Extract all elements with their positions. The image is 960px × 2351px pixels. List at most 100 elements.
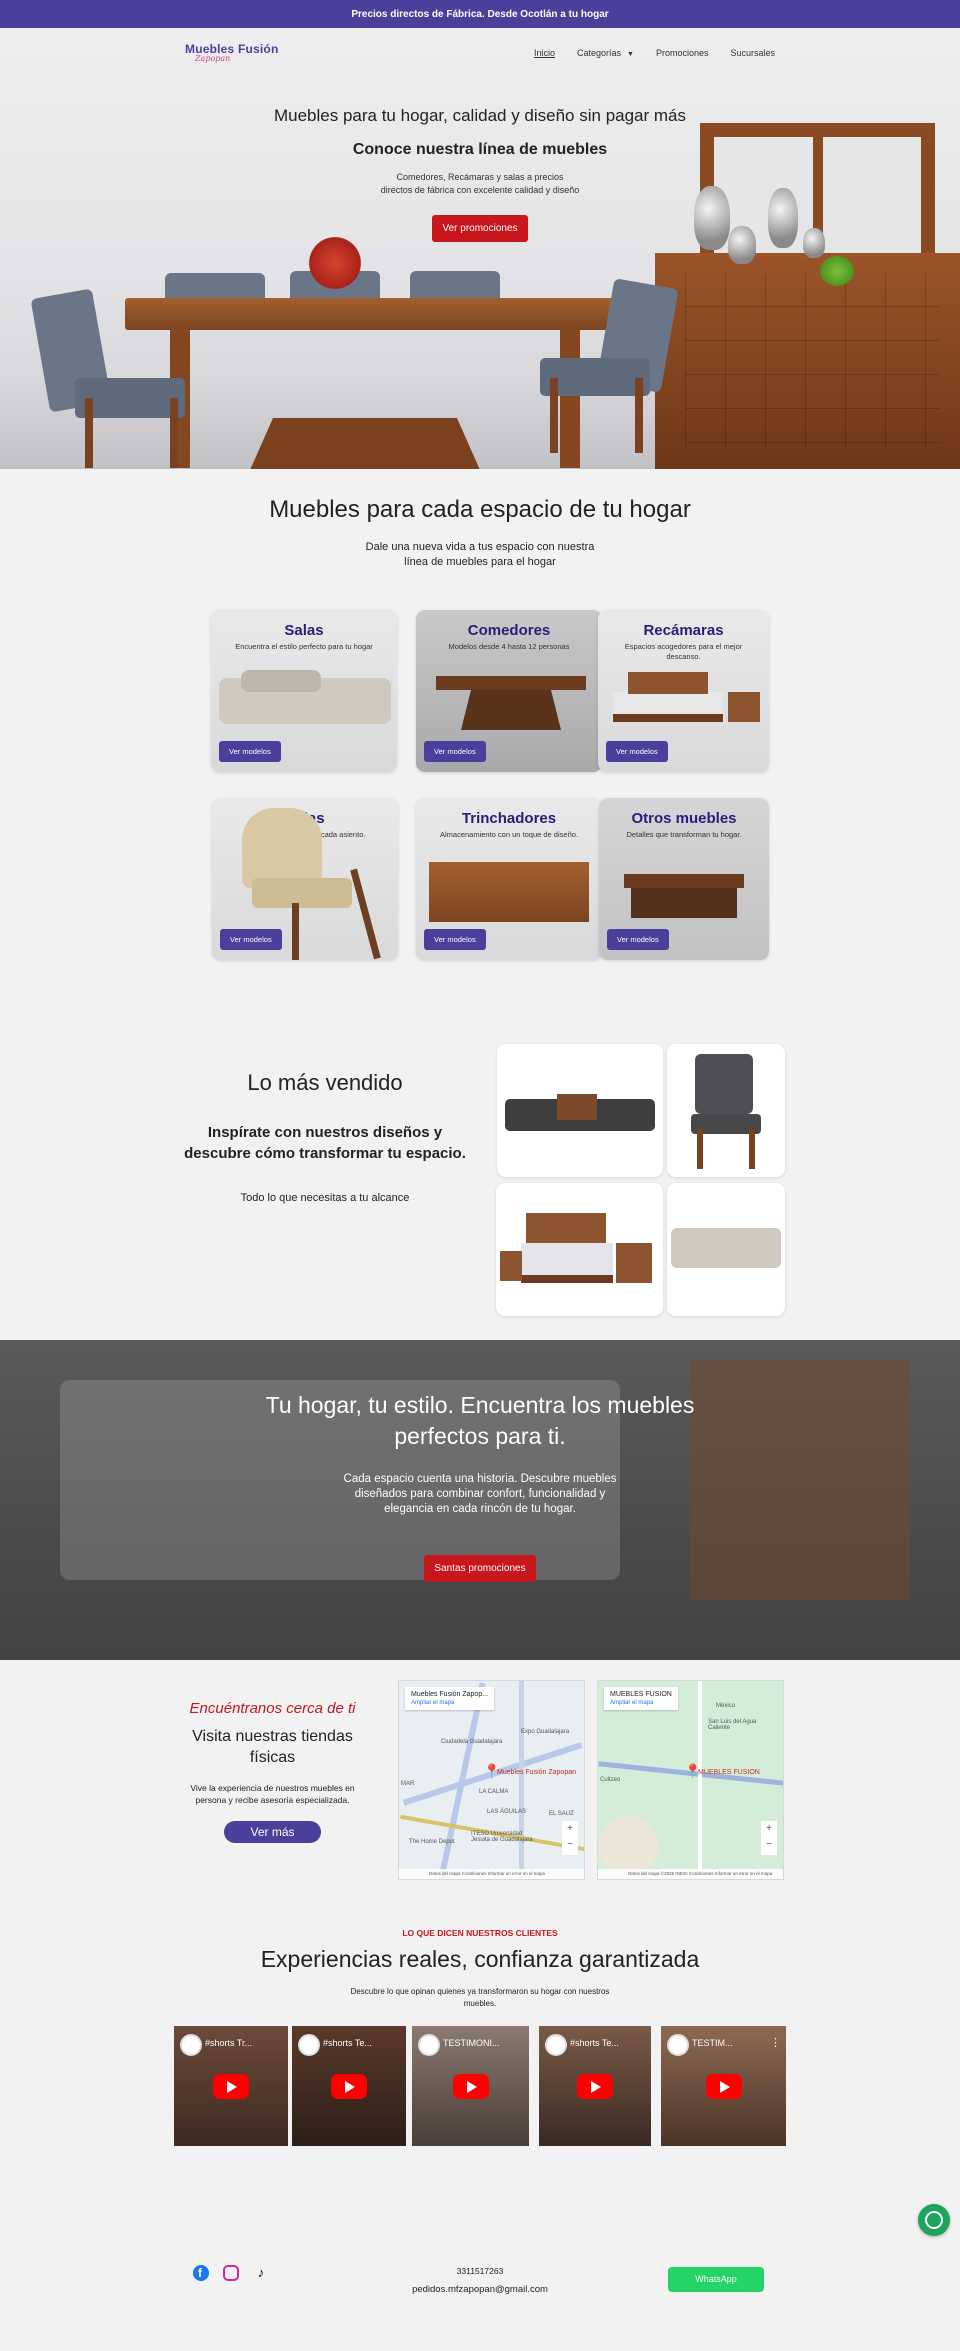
hero-table-base (250, 418, 480, 469)
video-title: TESTIMONI... (443, 2038, 500, 2048)
zoom-controls[interactable]: + − (761, 1821, 777, 1855)
whatsapp-float-icon[interactable] (918, 2204, 950, 2236)
video-title: #shorts Te... (570, 2038, 619, 2048)
main-nav: Muebles Fusión Zapopan Inicio Categorías… (185, 36, 775, 70)
ver-modelos-button[interactable]: Ver modelos (424, 741, 486, 762)
email-address[interactable]: pedidos.mfzapopan@gmail.com (0, 2284, 960, 2295)
category-card-trinchadores[interactable]: Trinchadores Almacenamiento con un toque… (416, 798, 602, 960)
logo[interactable]: Muebles Fusión Zapopan (185, 43, 278, 63)
promo-text: Precios directos de Fábrica. Desde Ocotl… (351, 8, 609, 20)
hero-headline: Muebles para tu hogar, calidad y diseño … (273, 106, 687, 125)
more-options-icon[interactable]: ⋮ (770, 2036, 781, 2049)
channel-avatar (667, 2034, 689, 2056)
map-place: The Home Depot (409, 1839, 455, 1845)
map-place: MAR (401, 1781, 415, 1787)
chair-leg-image (350, 868, 381, 960)
play-icon[interactable] (452, 2074, 489, 2099)
card-title: Comedores (467, 622, 551, 639)
map-place: Ciudadela Guadalajara (441, 1739, 503, 1745)
map-place: México (716, 1703, 736, 1709)
youtube-video[interactable]: #shorts Tr... (174, 2026, 288, 2146)
whatsapp-button[interactable]: WhatsApp (668, 2267, 764, 2292)
espacios-title: Muebles para cada espacio de tu hogar (269, 496, 691, 523)
ampliar-mapa-link[interactable]: Ampliar el mapa (411, 1700, 488, 1706)
hero-plant-image (820, 256, 854, 286)
map-muebles-fusion[interactable]: MUEBLES FUSION Ampliar el mapa México Sa… (597, 1680, 784, 1880)
ver-mas-button[interactable]: Ver más (224, 1821, 321, 1843)
map-zapopan[interactable]: Muebles Fusión Zapop... Ampliar el mapa … (398, 1680, 585, 1880)
youtube-video[interactable]: TESTIM... ⋮ (661, 2026, 786, 2146)
santas-promociones-button[interactable]: Santas promociones (424, 1555, 536, 1582)
channel-avatar (418, 2034, 440, 2056)
coffee-table-image (624, 874, 744, 888)
youtube-video[interactable]: #shorts Te... (292, 2026, 406, 2146)
play-icon[interactable] (705, 2074, 742, 2099)
play-icon[interactable] (331, 2074, 367, 2099)
tiendas-section: Encuéntranos cerca de ti Visita nuestras… (0, 1660, 960, 1910)
category-card-comedores[interactable]: Comedores Modelos desde 4 hasta 12 perso… (416, 610, 602, 772)
card-desc: Almacenamiento con un toque de diseño. (439, 830, 578, 839)
product-living-room-image[interactable] (497, 1044, 663, 1177)
mas-vendido-subtitle: Inspírate con nuestros diseños y descubr… (184, 1124, 466, 1162)
tiendas-kicker: Encuéntranos cerca de ti (189, 1700, 356, 1717)
map-pin-label: Muebles Fusión Zapopan (497, 1769, 576, 1776)
youtube-video[interactable]: #shorts Te... (539, 2026, 651, 2146)
dresser-image (728, 692, 760, 722)
nav-item-inicio[interactable]: Inicio (534, 48, 555, 58)
ampliar-mapa-link[interactable]: Ampliar el mapa (610, 1700, 672, 1706)
play-icon[interactable] (213, 2074, 249, 2099)
hero-chair-leg (635, 378, 643, 453)
ver-modelos-button[interactable]: Ver modelos (220, 929, 282, 950)
dining-table-image (461, 690, 561, 730)
tiendas-text: Encuéntranos cerca de ti Visita nuestras… (185, 1700, 360, 1843)
card-title: Trinchadores (461, 810, 557, 827)
map-place: San Luis del Agua Caliente (708, 1719, 757, 1731)
phone-number[interactable]: 3311517263 (0, 2266, 960, 2276)
ver-modelos-button[interactable]: Ver modelos (606, 741, 668, 762)
coffee-table-image (631, 888, 737, 918)
product-sofa-image[interactable] (667, 1183, 785, 1316)
nav-menu: Inicio Categorías ▼ Promociones Sucursale… (534, 48, 775, 58)
category-card-sillas[interactable]: Sillas Elegancia y confort en cada asien… (212, 798, 398, 960)
channel-avatar (180, 2034, 202, 2056)
product-bedroom-image[interactable] (496, 1183, 663, 1316)
card-desc: Modelos desde 4 hasta 12 personas (448, 642, 570, 651)
nav-item-categorias[interactable]: Categorías ▼ (577, 48, 634, 58)
product-chair-image[interactable] (667, 1044, 785, 1177)
tiendas-title: Visita nuestras tiendas físicas (192, 1728, 353, 1766)
promo-topbar: Precios directos de Fábrica. Desde Ocotl… (0, 0, 960, 28)
map-place-card: MUEBLES FUSION Ampliar el mapa (604, 1687, 678, 1710)
chair-image (242, 808, 322, 888)
youtube-video[interactable]: TESTIMONI... (412, 2026, 529, 2146)
banner-content: Tu hogar, tu estilo. Encuentra los muebl… (0, 1340, 960, 1582)
hero-chair-leg (170, 398, 178, 468)
ver-promociones-button[interactable]: Ver promociones (432, 215, 528, 242)
map-pin-icon[interactable]: 📍 (483, 1763, 500, 1779)
ver-modelos-button[interactable]: Ver modelos (219, 741, 281, 762)
nav-item-sucursales[interactable]: Sucursales (730, 48, 775, 58)
channel-avatar (298, 2034, 320, 2056)
logo-tagline: Zapopan (195, 54, 231, 63)
category-card-salas[interactable]: Salas Encuentra el estilo perfecto para … (211, 610, 397, 772)
map-place: Cuitzeo (600, 1777, 621, 1783)
ver-modelos-button[interactable]: Ver modelos (424, 929, 486, 950)
nav-item-promociones[interactable]: Promociones (656, 48, 709, 58)
map-footer: Datos del mapa Condiciones Informar un e… (399, 1869, 584, 1879)
map-pin-label: MUEBLES FUSION (698, 1769, 760, 1776)
caret-down-icon: ▼ (627, 51, 634, 58)
chair-image (252, 878, 352, 908)
map-pin-icon[interactable]: 📍 (684, 1763, 701, 1779)
testimonios-text: Descubre lo que opinan quienes ya transf… (350, 1987, 610, 2008)
video-gallery: #shorts Tr... #shorts Te... TESTIMONI...… (0, 2026, 960, 2201)
zoom-controls[interactable]: + − (562, 1821, 578, 1855)
mas-vendido-text: Todo lo que necesitas a tu alcance (240, 1192, 410, 1204)
category-card-recamaras[interactable]: Recámaras Espacios acogedores para el me… (598, 610, 769, 772)
mas-vendido-section: Lo más vendido Inspírate con nuestros di… (0, 1030, 960, 1340)
nav-item-label: Categorías (576, 48, 621, 58)
sofa-image (241, 670, 321, 692)
play-icon[interactable] (577, 2074, 613, 2099)
bed-image (613, 692, 723, 722)
ver-modelos-button[interactable]: Ver modelos (607, 929, 669, 950)
map-place-card: Muebles Fusión Zapop... Ampliar el mapa (405, 1687, 495, 1710)
category-card-otros[interactable]: Otros muebles Detalles que transforman t… (599, 798, 769, 960)
